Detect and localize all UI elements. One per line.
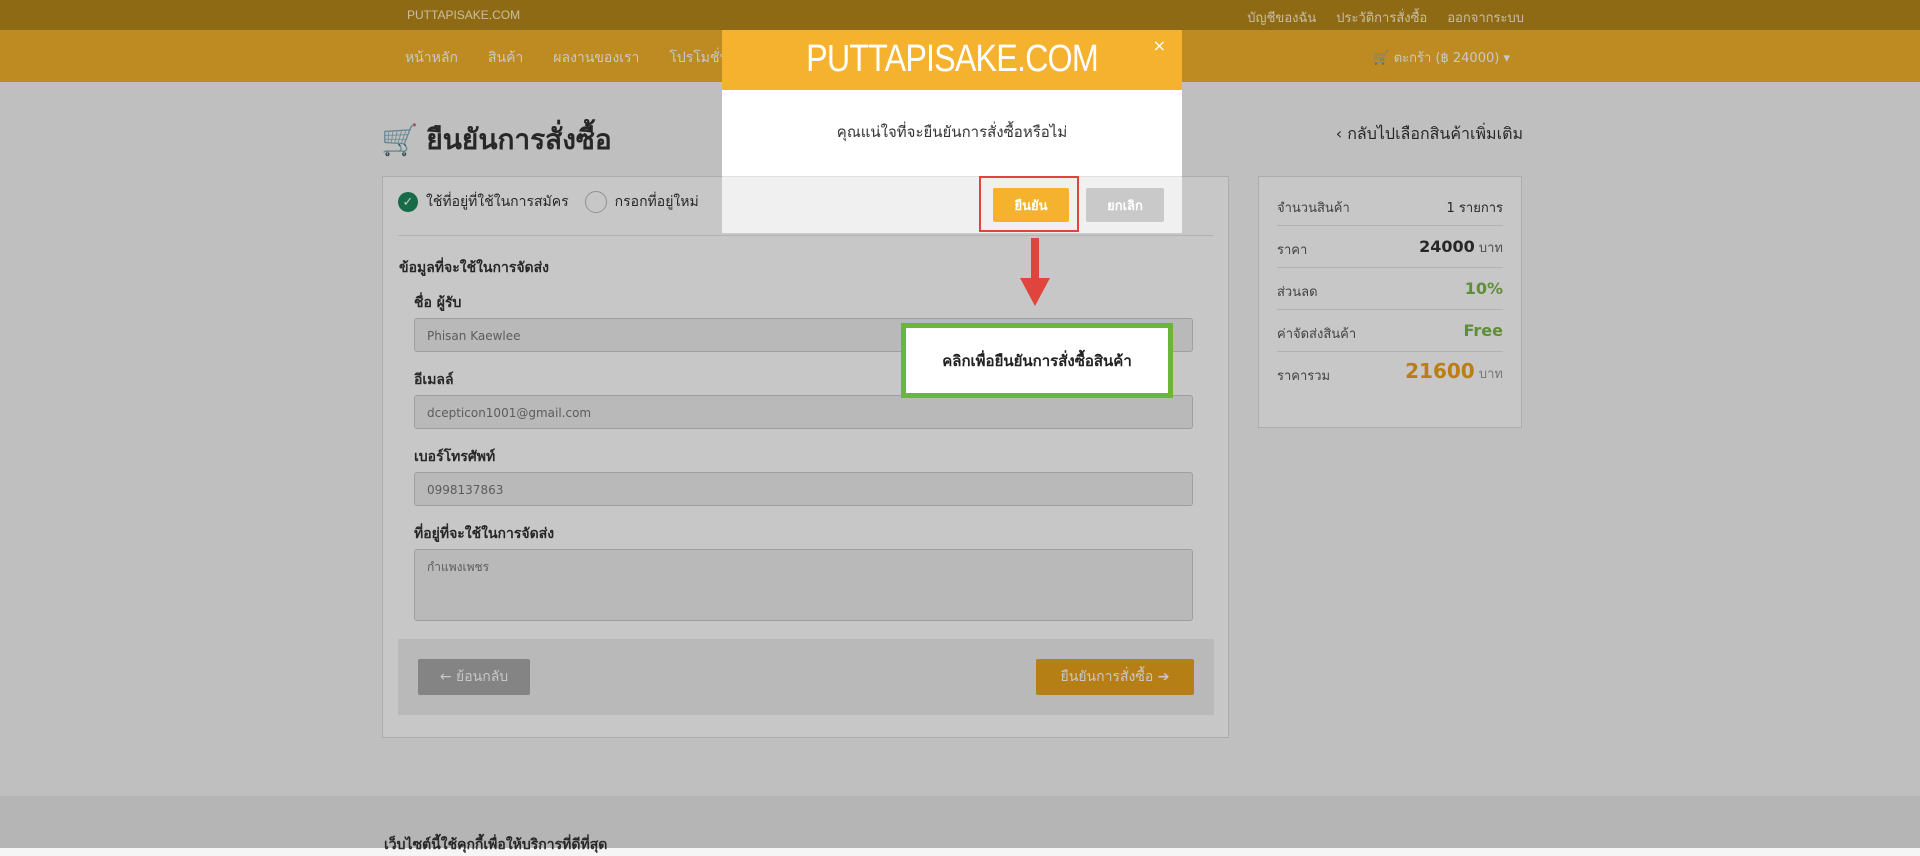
dialog-footer: ยืนยัน ยกเลิก: [722, 176, 1182, 233]
dialog-header: PUTTAPISAKE.COM ×: [722, 30, 1182, 90]
close-icon[interactable]: ×: [1153, 36, 1166, 55]
dialog-title: PUTTAPISAKE.COM: [806, 38, 1099, 80]
instruction-callout: คลิกเพื่อยืนยันการสั่งซื้อสินค้า: [901, 323, 1173, 398]
arrow-head: [1020, 278, 1050, 306]
dialog-cancel-button[interactable]: ยกเลิก: [1086, 188, 1164, 222]
confirm-dialog: PUTTAPISAKE.COM × คุณแน่ใจที่จะยืนยันการ…: [722, 30, 1182, 233]
highlight-box: [979, 176, 1079, 232]
arrow-down-icon: [1031, 238, 1039, 280]
dialog-message: คุณแน่ใจที่จะยืนยันการสั่งซื้อหรือไม่: [836, 123, 1068, 141]
